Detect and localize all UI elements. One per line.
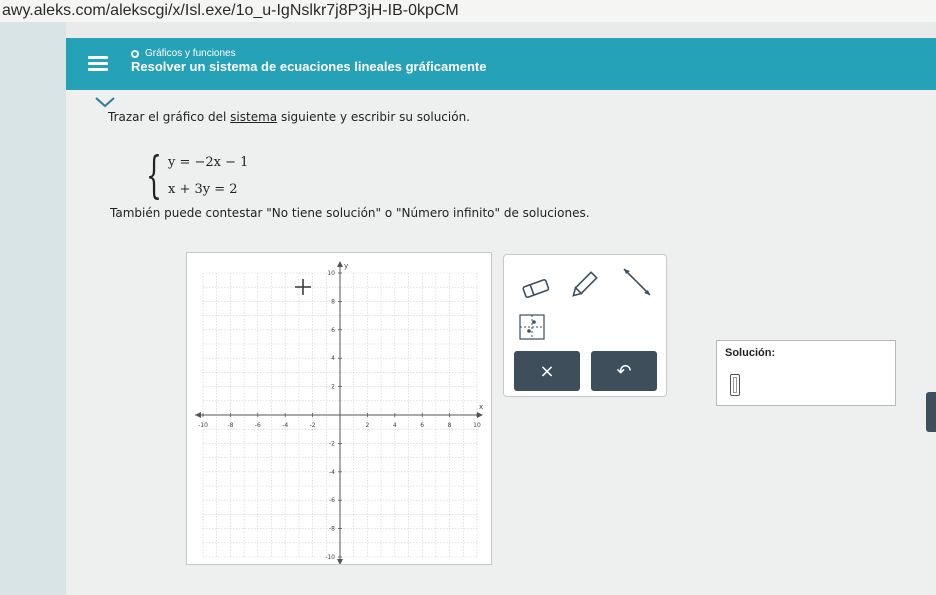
y-tick-label: -10 — [325, 554, 335, 561]
left-strip — [0, 22, 66, 595]
y-tick-label: 10 — [327, 270, 335, 277]
y-tick-label: 8 — [331, 298, 335, 305]
x-tick-label: 10 — [473, 422, 481, 429]
equation-1: y = −2x − 1 — [168, 155, 249, 170]
y-axis-arrow-down — [337, 559, 343, 564]
solution-box: Solución: — [716, 340, 896, 406]
tools-panel: × ↶ — [503, 254, 667, 397]
breadcrumb-text: Gráficos y funciones — [145, 48, 236, 59]
url-text: awy.aleks.com/alekscgi/x/Isl.exe/1o_u-Ig… — [2, 2, 459, 19]
right-edge-partial — [922, 356, 924, 364]
solution-label: Solución: — [725, 347, 776, 359]
graph-panel[interactable]: x y -10 -8 -6 -4 -2 2 4 6 8 10 10 8 6 4 2 -2 -4 -6 -8 -10 — [186, 252, 492, 565]
y-tick-label: 4 — [331, 355, 335, 362]
y-tick-label: -8 — [329, 526, 335, 533]
x-tick-label: -8 — [227, 422, 233, 429]
x-tick-label: 6 — [420, 422, 424, 429]
equation-system: { y = −2x − 1 x + 3y = 2 — [146, 146, 249, 204]
equation-2: x + 3y = 2 — [168, 182, 238, 197]
x-tick-label: 4 — [393, 422, 397, 429]
line-tool-icon[interactable] — [618, 265, 654, 301]
alternative-answers-text: También puede contestar "No tiene soluci… — [110, 206, 590, 220]
y-tick-label: -6 — [329, 497, 335, 504]
coordinate-grid[interactable]: x y -10 -8 -6 -4 -2 2 4 6 8 10 10 8 6 4 2 -2 -4 -6 -8 -10 — [187, 253, 491, 564]
x-axis-arrow-left — [195, 412, 201, 418]
x-tick-label: 8 — [448, 422, 452, 429]
y-tick-label: 2 — [331, 384, 335, 391]
x-tick-label: 2 — [365, 422, 369, 429]
sistema-link[interactable]: sistema — [230, 110, 277, 124]
instruction-text: Trazar el gráfico del sistema siguiente … — [108, 110, 470, 124]
y-tick-label: -2 — [329, 440, 335, 447]
menu-button[interactable] — [84, 52, 112, 76]
grid-tool-icon[interactable] — [518, 313, 546, 341]
browser-url-bar[interactable]: awy.aleks.com/alekscgi/x/Isl.exe/1o_u-Ig… — [0, 0, 936, 22]
y-tick-label: -4 — [329, 469, 335, 476]
solution-input[interactable] — [730, 374, 740, 396]
chevron-down-icon[interactable] — [94, 96, 116, 108]
side-panel-tab[interactable] — [926, 392, 936, 432]
x-axis-label: x — [479, 403, 483, 411]
breadcrumb: Gráficos y funciones — [131, 48, 236, 59]
undo-button[interactable]: ↶ — [591, 351, 657, 391]
clear-button[interactable]: × — [514, 351, 580, 391]
y-axis-arrow-up — [337, 261, 343, 267]
x-tick-label: -4 — [282, 422, 288, 429]
topic-circle-icon — [131, 49, 139, 58]
eraser-icon[interactable] — [518, 271, 554, 307]
y-axis-label: y — [344, 262, 348, 270]
x-tick-label: -6 — [255, 422, 261, 429]
y-tick-label: 6 — [331, 327, 335, 334]
pencil-icon[interactable] — [566, 267, 602, 303]
x-tick-label: -10 — [198, 422, 208, 429]
x-tick-label: -2 — [310, 422, 316, 429]
page-title: Resolver un sistema de ecuaciones lineal… — [131, 59, 487, 74]
x-axis-arrow-right — [477, 412, 483, 418]
